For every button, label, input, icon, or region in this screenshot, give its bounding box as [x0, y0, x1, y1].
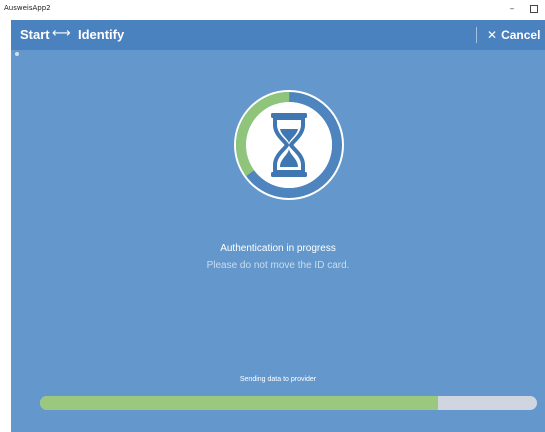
cancel-label: Cancel — [501, 28, 541, 42]
navbar-divider — [476, 27, 477, 43]
window-title: AusweisApp2 — [4, 4, 51, 12]
breadcrumb-identify: Identify — [78, 27, 125, 42]
maximize-icon — [530, 4, 538, 13]
breadcrumb-start[interactable]: Start — [20, 27, 50, 42]
minimize-button[interactable]: – — [504, 2, 520, 16]
progress-bar — [40, 396, 537, 410]
close-icon: ✕ — [487, 28, 498, 42]
progress-bar-fill — [40, 396, 438, 410]
status-subtitle: Please do not move the ID card. — [206, 260, 350, 271]
status-title: Authentication in progress — [220, 243, 336, 254]
navigation-bar: Start ⟷ Identify ✕ Cancel — [11, 20, 545, 50]
main-content: Authentication in progress Please do not… — [11, 50, 545, 432]
breadcrumb-arrow-icon: ⟷ — [52, 26, 71, 41]
indicator-dot — [15, 52, 19, 56]
progress-ring — [234, 90, 344, 200]
window-titlebar: AusweisApp2 – — [0, 0, 545, 20]
cancel-button[interactable]: ✕ Cancel — [483, 25, 544, 45]
maximize-button[interactable] — [526, 2, 542, 16]
progress-label: Sending data to provider — [239, 376, 317, 383]
